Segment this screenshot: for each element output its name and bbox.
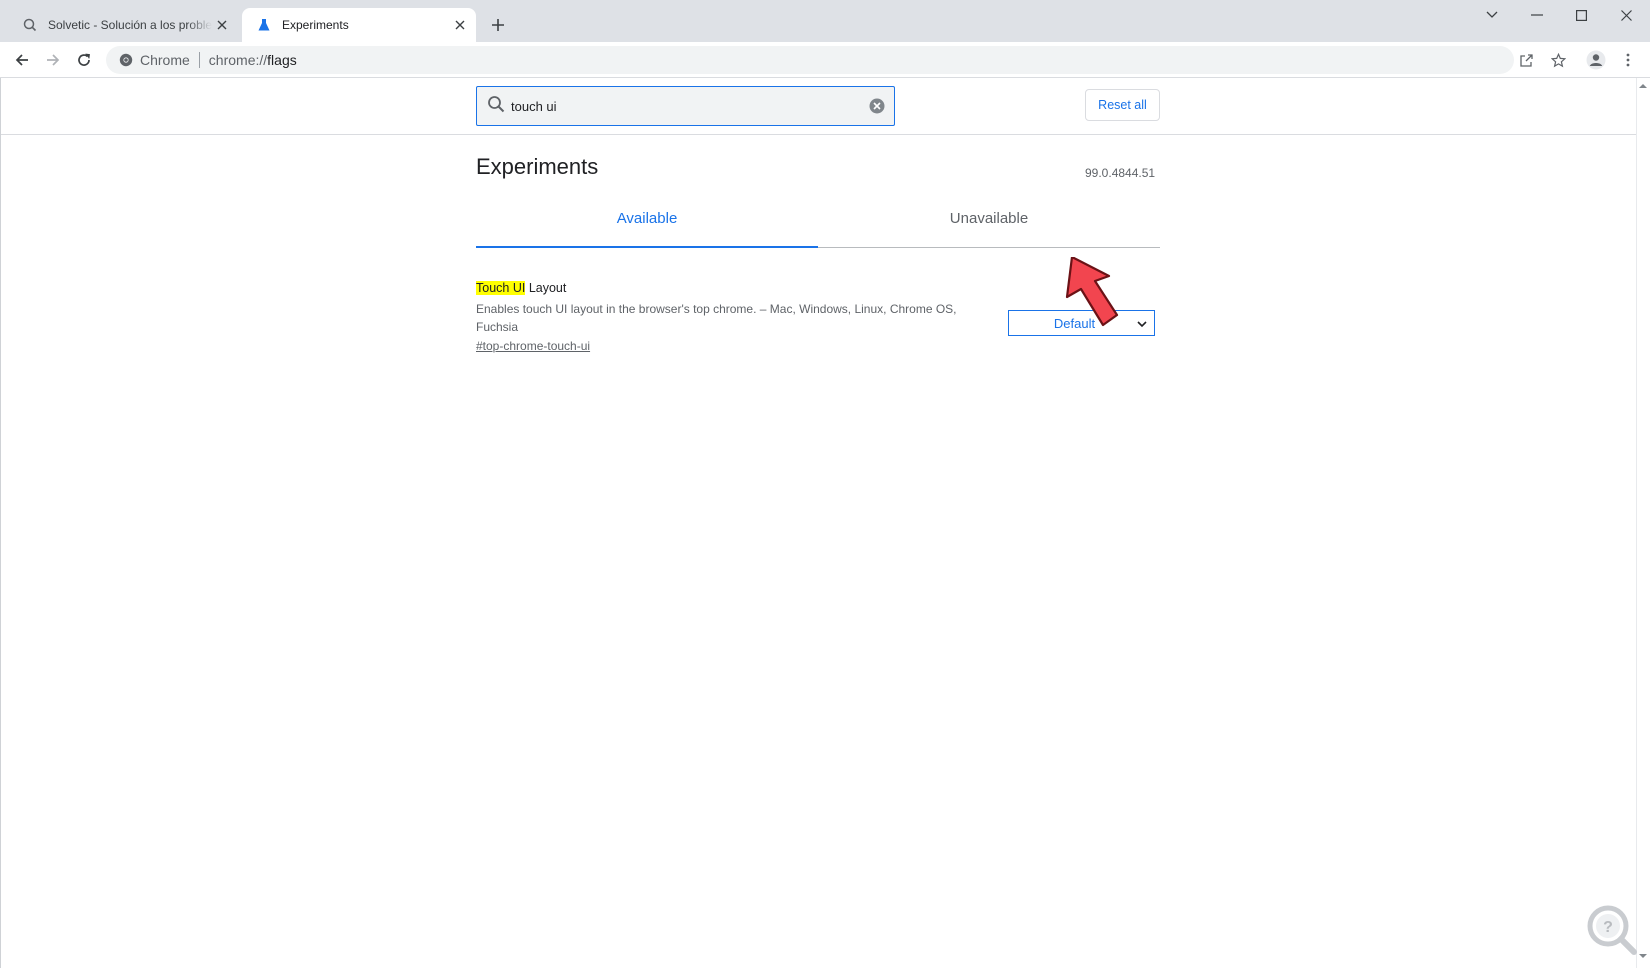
- bookmark-star-icon[interactable]: [1546, 48, 1570, 72]
- site-chip: Chrome: [140, 52, 190, 68]
- version-number: 99.0.4844.51: [1085, 166, 1156, 180]
- tab-strip: Solvetic - Solución a los problem Experi…: [0, 0, 1650, 42]
- svg-text:?: ?: [1603, 919, 1613, 936]
- tab-unavailable[interactable]: Unavailable: [818, 190, 1160, 247]
- chevron-down-icon: [1136, 318, 1148, 330]
- reset-all-button[interactable]: Reset all: [1085, 89, 1160, 121]
- clear-search-icon[interactable]: [868, 97, 886, 115]
- search-icon: [487, 95, 505, 118]
- page-scrollbar[interactable]: [1636, 78, 1650, 968]
- forward-arrow-icon[interactable]: [41, 48, 65, 72]
- share-icon[interactable]: [1514, 48, 1538, 72]
- browser-tab-experiments[interactable]: Experiments: [242, 8, 476, 42]
- omnibox-separator: [198, 52, 200, 68]
- url-text: chrome://flags: [209, 52, 297, 68]
- search-input[interactable]: [505, 98, 868, 114]
- tab-title: Experiments: [282, 18, 349, 32]
- page-content: Reset all Experiments 99.0.4844.51 Avail…: [0, 78, 1650, 968]
- flag-name: Touch UI Layout: [476, 281, 1160, 295]
- maximize-icon[interactable]: [1559, 0, 1603, 30]
- back-arrow-icon[interactable]: [10, 48, 34, 72]
- annotation-arrow-icon: [1065, 257, 1119, 327]
- solvetic-watermark-icon: ?: [1587, 905, 1637, 955]
- flag-entry: Touch UI Layout Enables touch UI layout …: [476, 281, 1160, 355]
- search-box[interactable]: [476, 86, 895, 126]
- close-tab-icon[interactable]: [450, 15, 470, 35]
- reload-icon[interactable]: [72, 48, 96, 72]
- flag-permalink[interactable]: #top-chrome-touch-ui: [476, 339, 590, 353]
- flag-name-rest: Layout: [525, 281, 567, 295]
- solvetic-icon: [22, 17, 38, 33]
- url-scheme: chrome://: [208, 52, 268, 68]
- minimize-icon[interactable]: [1515, 0, 1559, 30]
- chrome-logo-icon: [118, 52, 134, 68]
- flask-icon: [256, 17, 272, 33]
- browser-tab-solvetic[interactable]: Solvetic - Solución a los problem: [8, 8, 238, 42]
- flag-description: Enables touch UI layout in the browser's…: [476, 302, 957, 334]
- tab-search-icon[interactable]: [1470, 0, 1514, 30]
- flags-header: Reset all: [1, 78, 1637, 135]
- profile-avatar-icon[interactable]: [1584, 48, 1608, 72]
- new-tab-button[interactable]: [487, 14, 509, 36]
- scroll-down-icon[interactable]: [1639, 952, 1647, 960]
- page-title: Experiments: [476, 154, 599, 179]
- tab-available[interactable]: Available: [476, 190, 818, 248]
- close-tab-icon[interactable]: [212, 15, 232, 35]
- browser-toolbar: Chrome chrome://flags: [0, 42, 1650, 78]
- url-path: flags: [267, 52, 297, 68]
- availability-tabs: Available Unavailable: [476, 190, 1160, 248]
- close-window-icon[interactable]: [1604, 0, 1648, 30]
- tab-title: Solvetic - Solución a los problem: [48, 18, 212, 32]
- address-bar[interactable]: Chrome chrome://flags: [106, 46, 1514, 74]
- search-highlight: Touch UI: [476, 281, 526, 295]
- scroll-up-icon[interactable]: [1639, 82, 1647, 90]
- menu-kebab-icon[interactable]: [1616, 48, 1640, 72]
